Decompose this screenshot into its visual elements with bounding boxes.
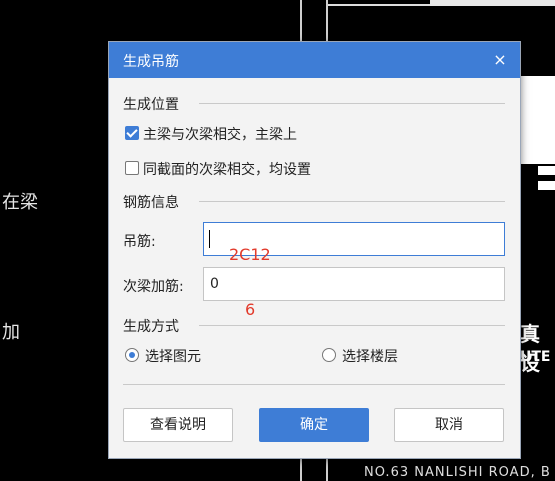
dialog-titlebar[interactable]: 生成吊筋 ×: [109, 42, 520, 78]
cad-line-vertical-4: [326, 459, 328, 481]
checkbox-main-secondary[interactable]: [125, 126, 139, 140]
dialog-title: 生成吊筋: [123, 54, 179, 70]
secondary-rebar-input-value: 0: [210, 276, 219, 292]
ok-button[interactable]: 确定: [259, 408, 369, 442]
cad-glyph-b: [538, 181, 555, 190]
radio-select-element[interactable]: [125, 348, 139, 362]
footer-divider: [123, 384, 505, 385]
cad-glyph-a: [538, 166, 555, 175]
radio-select-element-label[interactable]: 选择图元: [145, 346, 201, 366]
close-icon[interactable]: ×: [490, 50, 510, 70]
cad-line-vertical-3: [300, 459, 302, 481]
toolbar-strip: [430, 0, 555, 6]
generate-hanger-dialog: 生成吊筋 × 生成位置 主梁与次梁相交，主梁上 同截面的次梁相交，均设置 钢筋信…: [108, 41, 521, 459]
section-title-rebar: 钢筋信息: [123, 195, 179, 211]
section-divider-rebar: [199, 201, 505, 202]
section-title-method: 生成方式: [123, 319, 179, 335]
annotation-secondary-value: 6: [245, 300, 256, 319]
radio-select-floor[interactable]: [322, 348, 336, 362]
text-caret: [209, 230, 210, 248]
radio-select-floor-label[interactable]: 选择楼层: [342, 346, 398, 366]
checkbox-same-section-label[interactable]: 同截面的次梁相交，均设置: [143, 159, 311, 179]
cad-address-text: NO.63 NANLISHI ROAD, B: [364, 465, 551, 480]
cad-line-vertical-1: [300, 0, 302, 41]
cad-line-vertical-2: [326, 0, 328, 41]
section-title-position: 生成位置: [123, 97, 179, 113]
cad-text-left-1: 在梁: [2, 192, 38, 213]
cad-block-right: [521, 76, 555, 164]
checkbox-same-section[interactable]: [125, 161, 139, 175]
cad-text-left-2: 加: [2, 322, 20, 343]
annotation-hanger-value: 2C12: [229, 245, 271, 264]
section-divider-position: [199, 103, 505, 104]
secondary-rebar-input[interactable]: 0: [203, 267, 505, 301]
checkbox-main-secondary-label[interactable]: 主梁与次梁相交，主梁上: [143, 124, 297, 144]
section-divider-method: [199, 325, 505, 326]
hanger-label: 吊筋:: [123, 234, 156, 250]
secondary-rebar-label: 次梁加筋:: [123, 279, 184, 295]
cancel-button[interactable]: 取消: [394, 408, 504, 442]
help-button[interactable]: 查看说明: [123, 408, 233, 442]
cad-text-right-2: UTE: [520, 349, 551, 365]
cad-text-right-1: 真设: [520, 322, 540, 375]
